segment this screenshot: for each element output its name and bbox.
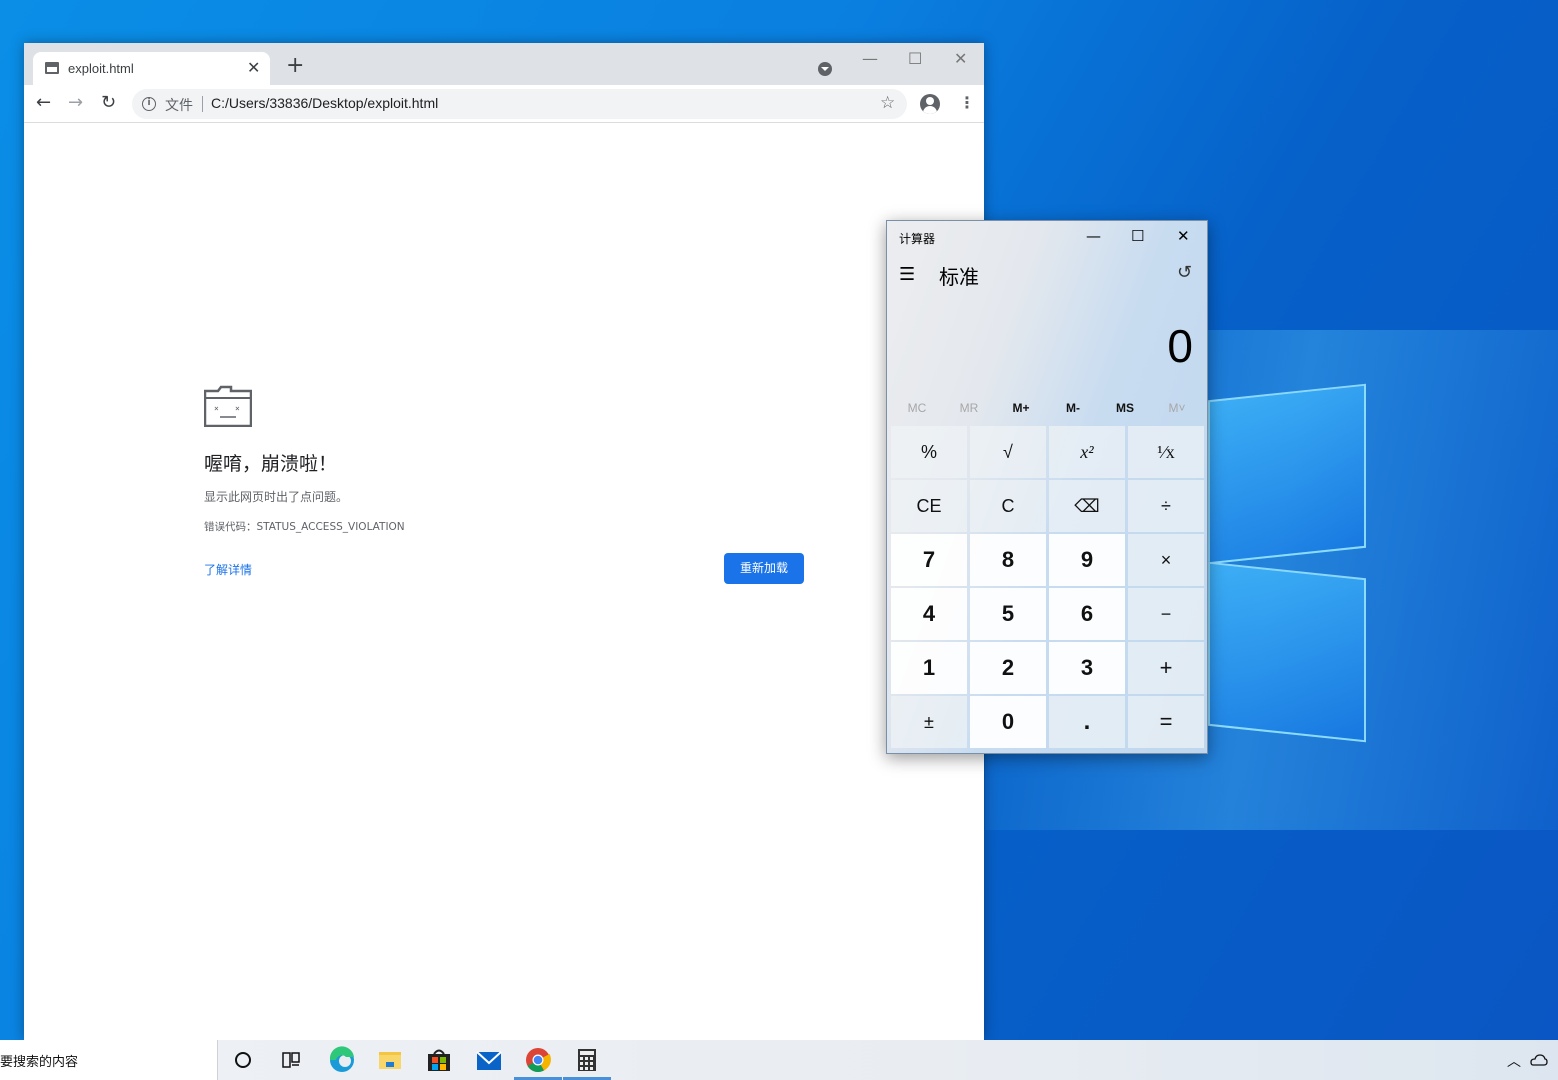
taskbar-search-box[interactable]: 要搜索的内容	[0, 1040, 218, 1080]
clear-button[interactable]: C	[970, 480, 1046, 532]
tab-title: exploit.html	[68, 61, 134, 76]
digit-9-button[interactable]: 9	[1049, 534, 1125, 586]
digit-3-button[interactable]: 3	[1049, 642, 1125, 694]
taskbar-store[interactable]	[415, 1040, 463, 1080]
hamburger-menu-icon[interactable]: ☰	[899, 264, 915, 285]
crash-description: 显示此网页时出了点问题。	[204, 490, 349, 504]
taskbar-calculator[interactable]	[563, 1040, 611, 1080]
calculator-icon	[578, 1049, 596, 1071]
browser-tab[interactable]: exploit.html ✕	[33, 52, 270, 85]
task-view-button[interactable]	[267, 1040, 315, 1080]
browser-toolbar: ← → ↻ i 文件 C:/Users/33836/Desktop/exploi…	[24, 85, 984, 123]
calculator-window: 计算器 — ☐ ✕ ☰ 标准 ↺ 0 MC MR M+ M- MS M˅ % √…	[886, 220, 1208, 754]
sad-folder-icon: × ×	[204, 385, 252, 427]
taskbar-edge[interactable]	[318, 1040, 366, 1080]
address-divider	[202, 96, 203, 112]
security-label: 文件	[165, 98, 193, 114]
chrome-icon	[526, 1048, 551, 1073]
multiply-button[interactable]: ×	[1128, 534, 1204, 586]
crash-title: 喔唷，崩溃啦！	[204, 453, 338, 475]
negate-button[interactable]: ±	[891, 696, 967, 748]
close-button[interactable]: ✕	[954, 49, 967, 68]
square-root-button[interactable]: √	[970, 426, 1046, 478]
windows-logo-wallpaper	[1180, 380, 1370, 743]
reload-button[interactable]: 重新加载	[724, 553, 804, 584]
browser-window: exploit.html ✕ + — ☐ ✕ ← → ↻ i 文件 C:/Use…	[24, 43, 984, 1040]
digit-5-button[interactable]: 5	[970, 588, 1046, 640]
square-button[interactable]: x²	[1049, 426, 1125, 478]
calc-close-button[interactable]: ✕	[1177, 227, 1190, 245]
clear-entry-button[interactable]: CE	[891, 480, 967, 532]
equals-button[interactable]: =	[1128, 696, 1204, 748]
url-text[interactable]: C:/Users/33836/Desktop/exploit.html	[211, 95, 438, 111]
calc-minimize-button[interactable]: —	[1086, 227, 1101, 245]
taskbar-file-explorer[interactable]	[366, 1040, 414, 1080]
taskbar-mail[interactable]	[465, 1040, 513, 1080]
memory-recall-button[interactable]: MR	[943, 401, 995, 415]
error-code: 错误代码：STATUS_ACCESS_VIOLATION	[204, 521, 405, 533]
memory-list-button[interactable]: M˅	[1151, 401, 1203, 415]
calculator-display: 0	[1167, 320, 1193, 372]
reciprocal-button[interactable]: ¹⁄x	[1128, 426, 1204, 478]
reload-icon[interactable]: ↻	[101, 93, 116, 113]
minimize-button[interactable]: —	[862, 49, 878, 68]
taskbar: 要搜索的内容 ︿	[0, 1040, 1558, 1080]
cortana-button[interactable]	[219, 1040, 267, 1080]
memory-subtract-button[interactable]: M-	[1047, 401, 1099, 415]
history-icon[interactable]: ↺	[1177, 262, 1192, 283]
cortana-icon	[235, 1052, 251, 1068]
digit-0-button[interactable]: 0	[970, 696, 1046, 748]
file-icon	[45, 62, 59, 74]
digit-8-button[interactable]: 8	[970, 534, 1046, 586]
percent-button[interactable]: %	[891, 426, 967, 478]
maximize-button[interactable]: ☐	[908, 49, 922, 68]
learn-more-link[interactable]: 了解详情	[204, 561, 252, 578]
memory-row: MC MR M+ M- MS M˅	[891, 401, 1205, 421]
memory-add-button[interactable]: M+	[995, 401, 1047, 415]
info-icon[interactable]: i	[142, 97, 156, 111]
address-bar[interactable]: i 文件 C:/Users/33836/Desktop/exploit.html…	[132, 89, 907, 119]
taskbar-chrome[interactable]	[514, 1040, 562, 1080]
divide-button[interactable]: ÷	[1128, 480, 1204, 532]
mail-icon	[476, 1051, 502, 1070]
digit-7-button[interactable]: 7	[891, 534, 967, 586]
subtract-button[interactable]: −	[1128, 588, 1204, 640]
forward-icon[interactable]: →	[68, 93, 83, 113]
calculator-mode: 标准	[939, 265, 979, 289]
search-placeholder: 要搜索的内容	[0, 1055, 79, 1070]
digit-1-button[interactable]: 1	[891, 642, 967, 694]
svg-text:×: ×	[235, 404, 240, 413]
tray-chevron-icon[interactable]: ︿	[1507, 1051, 1521, 1071]
edge-icon	[329, 1046, 354, 1072]
bookmark-star-icon[interactable]: ☆	[880, 93, 895, 113]
calculator-keypad: % √ x² ¹⁄x CE C ⌫ ÷ 7 8 9 × 4 5 6 − 1 2 …	[891, 426, 1205, 750]
digit-4-button[interactable]: 4	[891, 588, 967, 640]
browser-titlebar: exploit.html ✕ + — ☐ ✕	[24, 43, 984, 85]
folder-icon	[379, 1052, 401, 1069]
add-button[interactable]: +	[1128, 642, 1204, 694]
digit-2-button[interactable]: 2	[970, 642, 1046, 694]
calculator-title: 计算器	[899, 232, 936, 246]
onedrive-icon[interactable]	[1530, 1052, 1548, 1068]
decimal-button[interactable]: .	[1049, 696, 1125, 748]
memory-store-button[interactable]: MS	[1099, 401, 1151, 415]
tab-close-icon[interactable]: ✕	[247, 58, 260, 77]
memory-clear-button[interactable]: MC	[891, 401, 943, 415]
task-view-icon	[282, 1052, 300, 1068]
menu-icon[interactable]: ⋮	[959, 93, 975, 113]
calc-maximize-button[interactable]: ☐	[1131, 227, 1144, 245]
backspace-button[interactable]: ⌫	[1049, 480, 1125, 532]
digit-6-button[interactable]: 6	[1049, 588, 1125, 640]
new-tab-button[interactable]: +	[286, 55, 304, 77]
profile-avatar-icon[interactable]	[920, 94, 940, 114]
tab-search-icon[interactable]	[818, 62, 832, 76]
store-icon	[428, 1049, 450, 1071]
back-icon[interactable]: ←	[36, 93, 51, 113]
svg-text:×: ×	[214, 404, 219, 413]
